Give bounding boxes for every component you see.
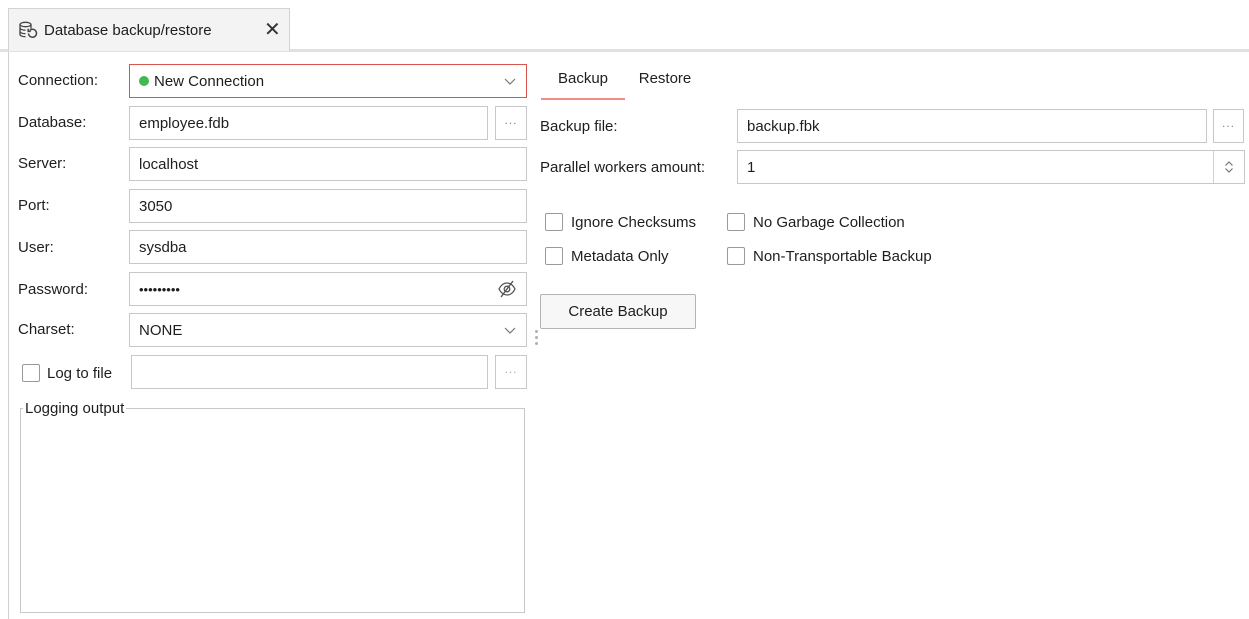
- log-file-browse-button[interactable]: ...: [495, 355, 527, 389]
- panel-border: [8, 52, 9, 619]
- tab-backup[interactable]: Backup: [541, 64, 625, 100]
- database-browse-button[interactable]: ...: [495, 106, 527, 140]
- password-label: Password:: [18, 281, 89, 298]
- no-garbage-collection-box[interactable]: [727, 213, 745, 231]
- splitter-handle[interactable]: [535, 330, 538, 345]
- tab-backup-label: Backup: [557, 70, 609, 87]
- log-file-browse-label: ...: [504, 362, 518, 376]
- database-browse-label: ...: [504, 113, 518, 127]
- backup-file-label: Backup file:: [540, 118, 618, 135]
- database-field[interactable]: employee.fdb: [129, 106, 488, 140]
- password-field-value: •••••••••: [139, 281, 180, 297]
- logging-output-area[interactable]: [21, 417, 524, 612]
- no-garbage-collection-label: No Garbage Collection: [753, 213, 905, 231]
- database-sync-icon: [18, 20, 38, 40]
- log-to-file-checkbox-box[interactable]: [22, 364, 40, 382]
- database-field-value: employee.fdb: [139, 114, 230, 132]
- non-transportable-backup-label: Non-Transportable Backup: [753, 247, 932, 265]
- server-field-value: localhost: [139, 155, 199, 173]
- server-field[interactable]: localhost: [129, 147, 527, 181]
- create-backup-label: Create Backup: [568, 303, 668, 320]
- parallel-workers-value: 1: [747, 158, 756, 176]
- port-field-value: 3050: [139, 197, 173, 215]
- password-field[interactable]: •••••••••: [129, 272, 527, 306]
- backup-file-browse-button[interactable]: ...: [1213, 109, 1244, 143]
- database-label: Database:: [18, 114, 87, 131]
- active-tab-indicator: [541, 98, 625, 100]
- metadata-only-checkbox[interactable]: Metadata Only: [545, 247, 669, 265]
- metadata-only-box[interactable]: [545, 247, 563, 265]
- connection-label: Connection:: [18, 72, 99, 89]
- splitter-dot: [535, 330, 538, 333]
- connection-select-value: New Connection: [154, 72, 265, 90]
- ignore-checksums-label: Ignore Checksums: [571, 213, 697, 231]
- connection-status-dot: [139, 76, 149, 86]
- ignore-checksums-checkbox[interactable]: Ignore Checksums: [545, 213, 696, 231]
- charset-label: Charset:: [18, 321, 75, 338]
- backup-file-field[interactable]: backup.fbk: [737, 109, 1207, 143]
- close-icon[interactable]: ✕: [264, 17, 281, 43]
- ignore-checksums-box[interactable]: [545, 213, 563, 231]
- tab-restore[interactable]: Restore: [625, 64, 705, 100]
- log-to-file-checkbox[interactable]: Log to file: [22, 364, 112, 382]
- log-to-file-label: Log to file: [47, 364, 113, 382]
- logging-output-label: Logging output: [25, 400, 125, 417]
- backup-file-field-value: backup.fbk: [747, 117, 820, 135]
- user-field-value: sysdba: [139, 238, 187, 256]
- port-field[interactable]: 3050: [129, 189, 527, 223]
- eye-off-icon[interactable]: [497, 280, 517, 302]
- parallel-workers-spinner[interactable]: 1: [737, 150, 1245, 184]
- non-transportable-backup-box[interactable]: [727, 247, 745, 265]
- server-label: Server:: [18, 155, 67, 172]
- user-field[interactable]: sysdba: [129, 230, 527, 264]
- document-tab[interactable]: Database backup/restore ✕: [8, 8, 290, 51]
- charset-select[interactable]: NONE: [129, 313, 527, 347]
- tab-restore-label: Restore: [638, 70, 692, 87]
- non-transportable-backup-checkbox[interactable]: Non-Transportable Backup: [727, 247, 932, 265]
- create-backup-button[interactable]: Create Backup: [540, 294, 696, 329]
- spinner-arrows-icon[interactable]: [1213, 151, 1244, 183]
- parallel-workers-label: Parallel workers amount:: [540, 159, 706, 176]
- user-label: User:: [18, 239, 54, 256]
- backup-file-browse-label: ...: [1221, 116, 1235, 130]
- splitter-dot: [535, 342, 538, 345]
- tab-title: Database backup/restore: [44, 21, 212, 39]
- chevron-down-icon[interactable]: [504, 322, 516, 339]
- connection-select[interactable]: New Connection: [129, 64, 527, 98]
- metadata-only-label: Metadata Only: [571, 247, 669, 265]
- logging-output-group: Logging output: [20, 400, 525, 613]
- splitter-dot: [535, 336, 538, 339]
- log-file-field[interactable]: [131, 355, 488, 389]
- port-label: Port:: [18, 197, 50, 214]
- chevron-down-icon[interactable]: [504, 73, 516, 90]
- charset-select-value: NONE: [139, 321, 183, 339]
- no-garbage-collection-checkbox[interactable]: No Garbage Collection: [727, 213, 905, 231]
